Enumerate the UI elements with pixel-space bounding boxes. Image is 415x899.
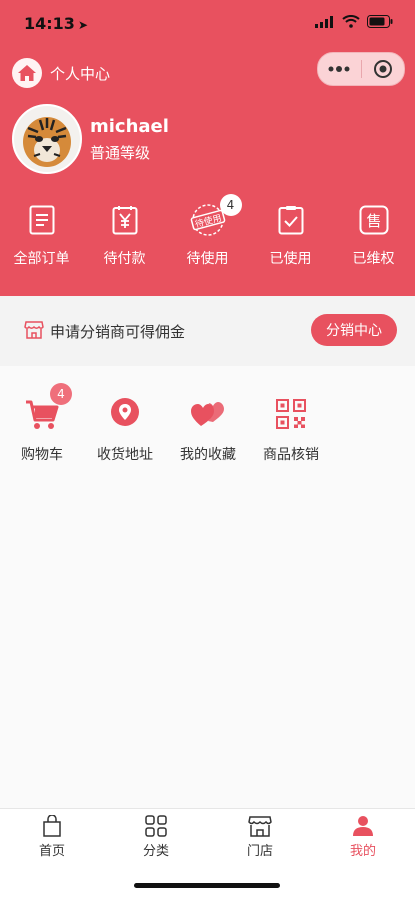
tab-category-label: 分类 [142,844,169,859]
status-time-text: 14:13 [24,14,75,33]
service-cart-label: 购物车 [21,447,63,463]
service-address[interactable]: 收货地址 [83,380,167,464]
distribution-center-button[interactable]: 分销中心 [311,314,397,346]
service-verification-label: 商品核销 [263,447,319,463]
location-arrow-icon: ➤ [77,18,88,32]
location-pin-icon [111,398,139,426]
tab-category[interactable]: 分类 [121,815,191,859]
to-use-count-badge: 4 [219,194,242,216]
service-cart[interactable]: 4 购物车 [0,380,84,464]
navbar: 个人中心 [0,52,415,92]
home-indicator [134,883,280,888]
tab-store-label: 门店 [246,844,273,859]
service-address-label: 收货地址 [97,447,153,463]
status-icons [315,15,393,28]
service-shortcuts: 4 购物车 收货地址 我的收藏 商品核销 [0,380,415,480]
order-all-label: 全部订单 [13,251,70,267]
tab-mine-label: 我的 [349,844,376,859]
order-all[interactable]: 全部订单 [0,200,83,280]
avatar[interactable] [12,104,82,174]
signal-icon [315,15,333,28]
tab-store[interactable]: 门店 [225,815,295,859]
service-favorites[interactable]: 我的收藏 [166,380,250,464]
home-button[interactable] [12,58,42,88]
tiger-avatar-image [14,106,80,172]
distributor-promo-text: 申请分销商可得佣金 [50,323,186,341]
more-button[interactable] [318,53,361,85]
after-sale-glyph: 售 [366,212,381,230]
member-level: 普通等级 [90,144,151,162]
tab-home-label: 首页 [38,844,65,859]
order-after-sale[interactable]: 售 已维权 [332,200,415,280]
order-after-sale-label: 已维权 [352,251,395,267]
page-title: 个人中心 [50,65,111,83]
shop-icon [24,321,44,339]
yen-document-icon [112,206,137,235]
bag-icon [43,815,61,837]
checked-clipboard-icon [278,206,303,235]
cart-count-badge: 4 [50,383,72,405]
user-icon [353,816,373,836]
order-to-use-label: 待使用 [186,251,229,267]
tab-mine[interactable]: 我的 [328,815,398,859]
hearts-icon [191,402,224,426]
service-favorites-label: 我的收藏 [180,447,236,463]
miniprogram-capsule [317,52,405,86]
order-pending-payment-label: 待付款 [103,251,146,267]
close-miniprogram-button[interactable] [361,53,404,85]
order-used[interactable]: 已使用 [249,200,332,280]
wifi-icon [342,15,360,28]
target-icon [373,60,392,78]
more-dots-icon [328,66,350,72]
service-verification[interactable]: 商品核销 [249,380,333,464]
profile-header: 14:13 ➤ 个人中心 michael 普通等级 全部订单 待付款 待使用 4… [0,0,415,296]
status-time: 14:13 ➤ [24,14,88,33]
order-to-use[interactable]: 待使用 4 待使用 [166,194,249,280]
username: michael [90,116,169,137]
store-icon [248,816,272,837]
home-icon [18,65,36,81]
grid-icon [145,815,167,837]
user-profile[interactable]: michael 普通等级 [12,104,392,174]
order-shortcuts: 全部订单 待付款 待使用 4 待使用 已使用 售 已维权 [0,194,415,280]
battery-icon [367,15,393,28]
order-used-label: 已使用 [269,251,312,267]
qr-code-icon [276,399,306,429]
distributor-banner: 申请分销商可得佣金 分销中心 [0,296,415,366]
tab-home[interactable]: 首页 [17,815,87,859]
status-bar: 14:13 ➤ [0,0,415,48]
order-list-icon [29,205,54,235]
after-sale-icon: 售 [359,205,388,235]
order-pending-payment[interactable]: 待付款 [83,200,166,280]
